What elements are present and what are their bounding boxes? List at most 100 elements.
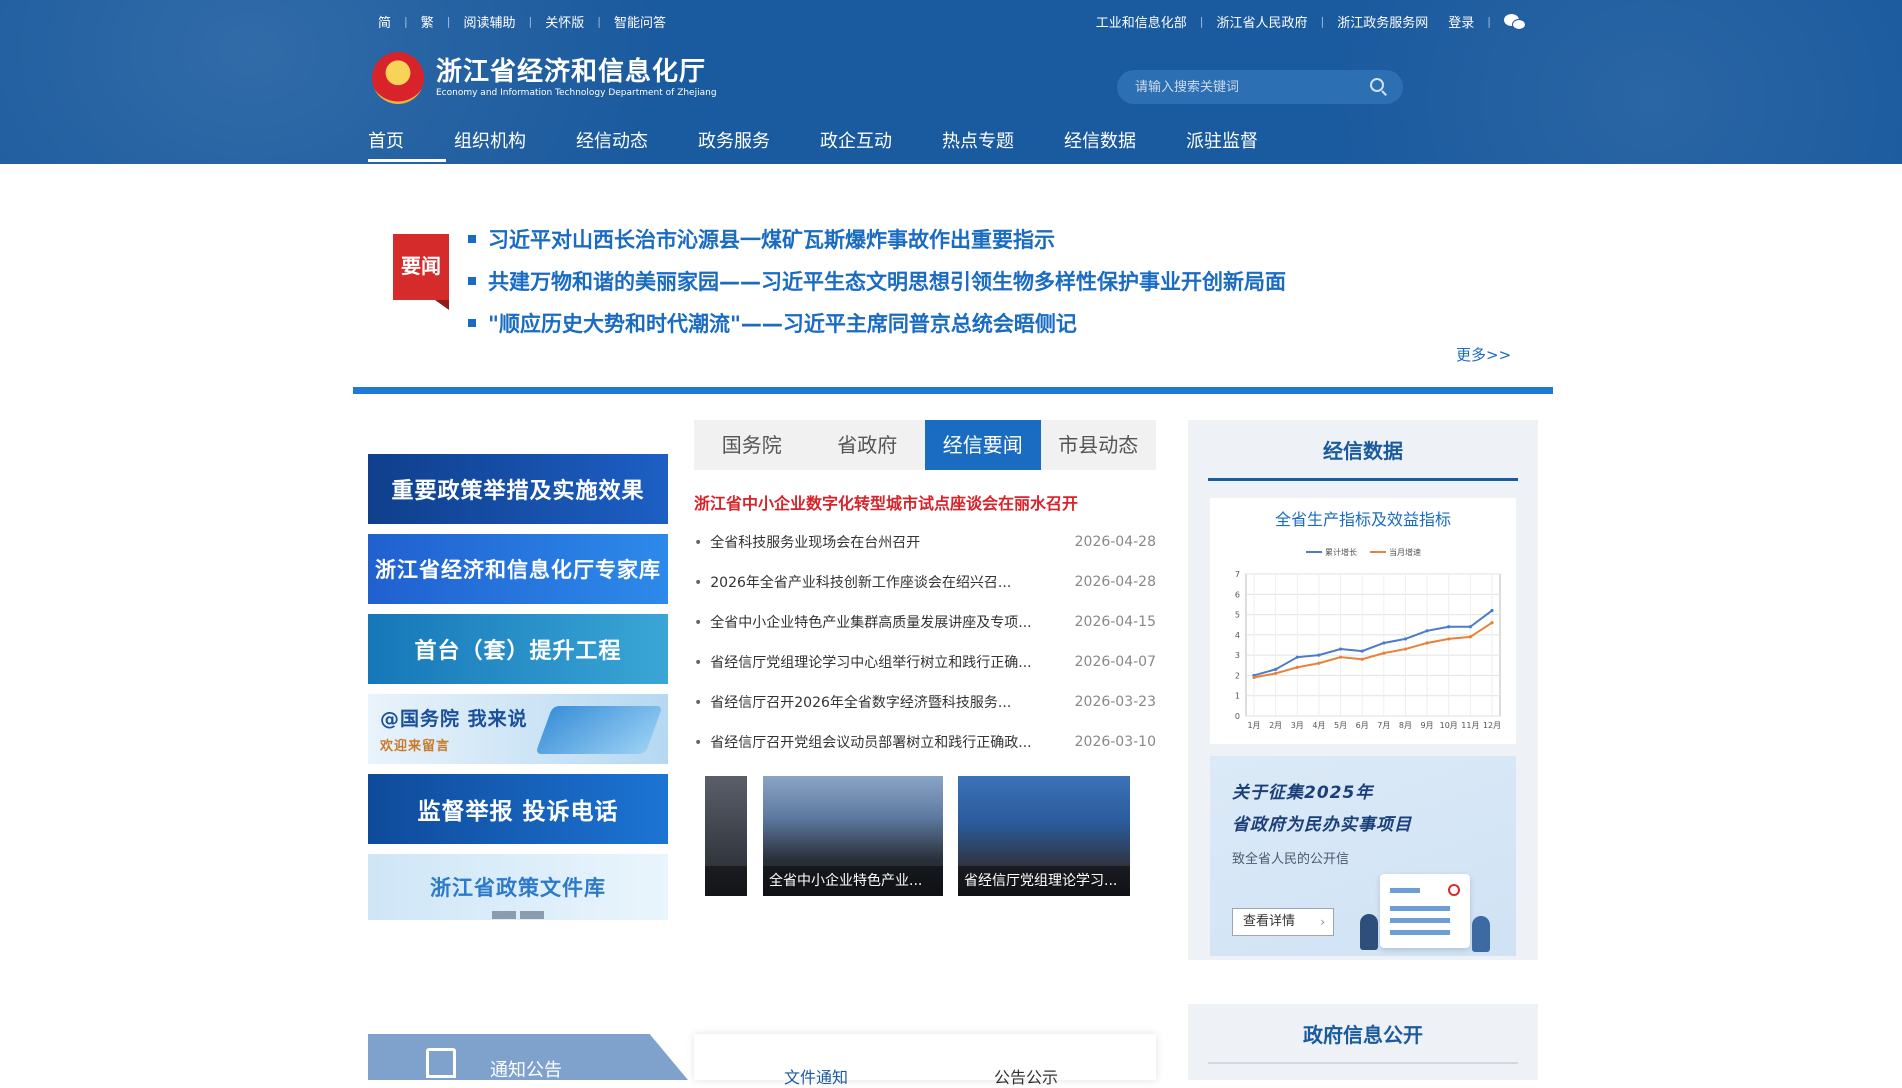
banner-complaint-hotline[interactable]: 监督举报 投诉电话 xyxy=(368,774,668,844)
news-title[interactable]: 全省中小企业特色产业集群高质量发展讲座及专项... xyxy=(694,612,1031,632)
main-nav: 首页 组织机构 经信动态 政务服务 政企互动 热点专题 经信数据 派驻监督 xyxy=(368,128,1308,164)
bullet-square xyxy=(468,319,476,327)
data-point xyxy=(1403,637,1408,641)
nav-data[interactable]: 经信数据 xyxy=(1064,128,1136,164)
nav-interaction[interactable]: 政企互动 xyxy=(820,128,892,164)
banner-policy[interactable]: 重要政策举措及实施效果 xyxy=(368,454,668,524)
separator: | xyxy=(1199,15,1204,28)
list-item[interactable]: 全省科技服务业现场会在台州召开 2026-04-28 xyxy=(694,522,1156,562)
news-title[interactable]: 2026年全省产业科技创新工作座谈会在绍兴召... xyxy=(694,572,1011,592)
banner-label: 重要政策举措及实施效果 xyxy=(391,479,645,504)
nav-organization[interactable]: 组织机构 xyxy=(454,128,526,164)
wechat-icon[interactable] xyxy=(1504,13,1528,31)
list-item[interactable]: 全省中小企业特色产业集群高质量发展讲座及专项... 2026-04-15 xyxy=(694,602,1156,642)
y-tick-label: 3 xyxy=(1235,651,1240,660)
data-point xyxy=(1317,661,1321,665)
search-icon[interactable] xyxy=(1370,78,1387,96)
headline-item[interactable]: 共建万物和谐的美丽家园——习近平生态文明思想引领生物多样性保护事业开创新局面 xyxy=(468,260,1286,302)
headline-badge: 要闻 xyxy=(393,234,449,310)
banner-label: @国务院 我来说 xyxy=(380,708,528,730)
search-input[interactable] xyxy=(1133,70,1353,104)
appeal-title-line1: 关于征集2025年 xyxy=(1232,783,1374,803)
data-point xyxy=(1274,667,1278,671)
carousel-dot[interactable] xyxy=(520,911,544,919)
separator: | xyxy=(597,15,601,28)
top-bar: 简 | 繁 | 阅读辅助 | 关怀版 | 智能问答 工业和信息化部 | 浙江省人… xyxy=(378,12,1528,32)
x-tick-label: 1月 xyxy=(1247,721,1260,730)
list-item[interactable]: 省经信厅召开2026年全省数字经济暨科技服务... 2026-03-23 xyxy=(694,682,1156,722)
list-item[interactable]: 省经信厅召开党组会议动员部署树立和践行正确政... 2026-03-10 xyxy=(694,722,1156,762)
nav-news[interactable]: 经信动态 xyxy=(576,128,648,164)
data-point xyxy=(1468,635,1472,639)
data-panel-title[interactable]: 经信数据 xyxy=(1208,430,1518,472)
headline-text[interactable]: 习近平对山西长治市沁源县一煤矿瓦斯爆炸事故作出重要指示 xyxy=(488,224,1055,254)
news-title[interactable]: 省经信厅党组理论学习中心组举行树立和践行正确... xyxy=(694,652,1031,672)
chart-title: 全省生产指标及效益指标 xyxy=(1274,510,1451,529)
list-item[interactable]: 2026年全省产业科技创新工作座谈会在绍兴召... 2026-04-28 xyxy=(694,562,1156,602)
traditional-link[interactable]: 繁 xyxy=(421,12,434,31)
photo-card[interactable] xyxy=(705,776,747,896)
logo-subtitle: Economy and Information Technology Depar… xyxy=(436,88,717,98)
photo-card[interactable]: 全省中小企业特色产业... xyxy=(763,776,943,896)
doc-tabs-box: 文件通知 公告公示 xyxy=(694,1034,1156,1087)
care-mode-link[interactable]: 关怀版 xyxy=(545,12,584,31)
tab-announcements[interactable]: 公告公示 xyxy=(994,1064,1058,1088)
nav-topics[interactable]: 热点专题 xyxy=(942,128,1014,164)
nav-home[interactable]: 首页 xyxy=(368,128,446,164)
separator: | xyxy=(1487,15,1491,28)
list-item[interactable]: 省经信厅党组理论学习中心组举行树立和践行正确... 2026-04-07 xyxy=(694,642,1156,682)
gov-info-title[interactable]: 政府信息公开 xyxy=(1208,1014,1518,1056)
news-title[interactable]: 全省科技服务业现场会在台州召开 xyxy=(694,532,920,552)
nav-supervision[interactable]: 派驻监督 xyxy=(1186,128,1258,164)
banner-first-set[interactable]: 首台（套）提升工程 xyxy=(368,614,668,684)
separator: | xyxy=(528,15,533,28)
banner-state-council-message[interactable]: @国务院 我来说 欢迎来留言 xyxy=(368,694,668,764)
chart-card[interactable]: 全省生产指标及效益指标 0 1 2 3 4 5 6 7 1月 2月 3月 4月 5月 6月 7月 8月 9月 10… xyxy=(1210,498,1516,744)
data-point xyxy=(1490,608,1494,613)
headline-more-link[interactable]: 更多>> xyxy=(1456,344,1511,365)
zj-service-link[interactable]: 浙江政务服务网 xyxy=(1337,12,1428,31)
data-point xyxy=(1382,641,1386,645)
headline-text[interactable]: 共建万物和谐的美丽家园——习近平生态文明思想引领生物多样性保护事业开创新局面 xyxy=(488,266,1286,296)
data-point xyxy=(1425,641,1429,645)
appeal-card[interactable]: 关于征集2025年 省政府为民办实事项目 致全省人民的公开信 查看详情 › xyxy=(1210,756,1516,956)
smart-qa-link[interactable]: 智能问答 xyxy=(614,12,666,31)
data-point xyxy=(1274,671,1278,675)
headline-item[interactable]: "顺应历史大势和时代潮流"——习近平主席同普京总统会晤侧记 xyxy=(468,302,1286,344)
chevron-right-icon: › xyxy=(1320,915,1325,929)
headline-list: 习近平对山西长治市沁源县一煤矿瓦斯爆炸事故作出重要指示 共建万物和谐的美丽家园—… xyxy=(468,218,1286,344)
top-news-link[interactable]: 浙江省中小企业数字化转型城市试点座谈会在丽水召开 xyxy=(694,490,1078,514)
news-title[interactable]: 省经信厅召开党组会议动员部署树立和践行正确政... xyxy=(694,732,1031,752)
headline-text[interactable]: "顺应历史大势和时代潮流"——习近平主席同普京总统会晤侧记 xyxy=(488,308,1077,338)
miit-link[interactable]: 工业和信息化部 xyxy=(1096,12,1187,31)
tab-state-council[interactable]: 国务院 xyxy=(694,420,810,470)
y-tick-label: 0 xyxy=(1235,712,1240,721)
headline-item[interactable]: 习近平对山西长治市沁源县一煤矿瓦斯爆炸事故作出重要指示 xyxy=(468,218,1286,260)
tab-economy-news[interactable]: 经信要闻 xyxy=(925,420,1041,470)
notice-header[interactable]: 通知公告 xyxy=(368,1034,688,1080)
nav-services[interactable]: 政务服务 xyxy=(698,128,770,164)
x-tick-label: 4月 xyxy=(1312,721,1325,730)
y-tick-label: 6 xyxy=(1235,590,1240,599)
simplified-link[interactable]: 简 xyxy=(378,12,391,31)
view-details-button[interactable]: 查看详情 › xyxy=(1232,908,1334,936)
tab-province[interactable]: 省政府 xyxy=(810,420,926,470)
data-point xyxy=(1252,675,1256,680)
site-logo[interactable]: 浙江省经济和信息化厅 Economy and Information Techn… xyxy=(372,52,717,104)
tab-city-county[interactable]: 市县动态 xyxy=(1041,420,1157,470)
data-point xyxy=(1447,625,1451,629)
tab-file-notices[interactable]: 文件通知 xyxy=(784,1064,848,1088)
doc-line xyxy=(1390,930,1450,935)
zj-gov-link[interactable]: 浙江省人民政府 xyxy=(1217,12,1308,31)
data-point xyxy=(1447,637,1451,641)
reading-aid-link[interactable]: 阅读辅助 xyxy=(463,12,515,31)
carousel-dot[interactable] xyxy=(492,911,516,919)
news-title[interactable]: 省经信厅召开2026年全省数字经济暨科技服务... xyxy=(694,692,1011,712)
photo-carousel: 全省中小企业特色产业... 省经信厅党组理论学习... xyxy=(705,776,1130,896)
banner-expert-library[interactable]: 浙江省经济和信息化厅专家库 xyxy=(368,534,668,604)
login-link[interactable]: 登录 xyxy=(1448,12,1474,31)
top-bar-left: 简 | 繁 | 阅读辅助 | 关怀版 | 智能问答 xyxy=(378,12,666,31)
photo-card[interactable]: 省经信厅党组理论学习... xyxy=(958,776,1130,896)
x-tick-label: 5月 xyxy=(1334,721,1347,730)
data-point xyxy=(1295,655,1299,659)
